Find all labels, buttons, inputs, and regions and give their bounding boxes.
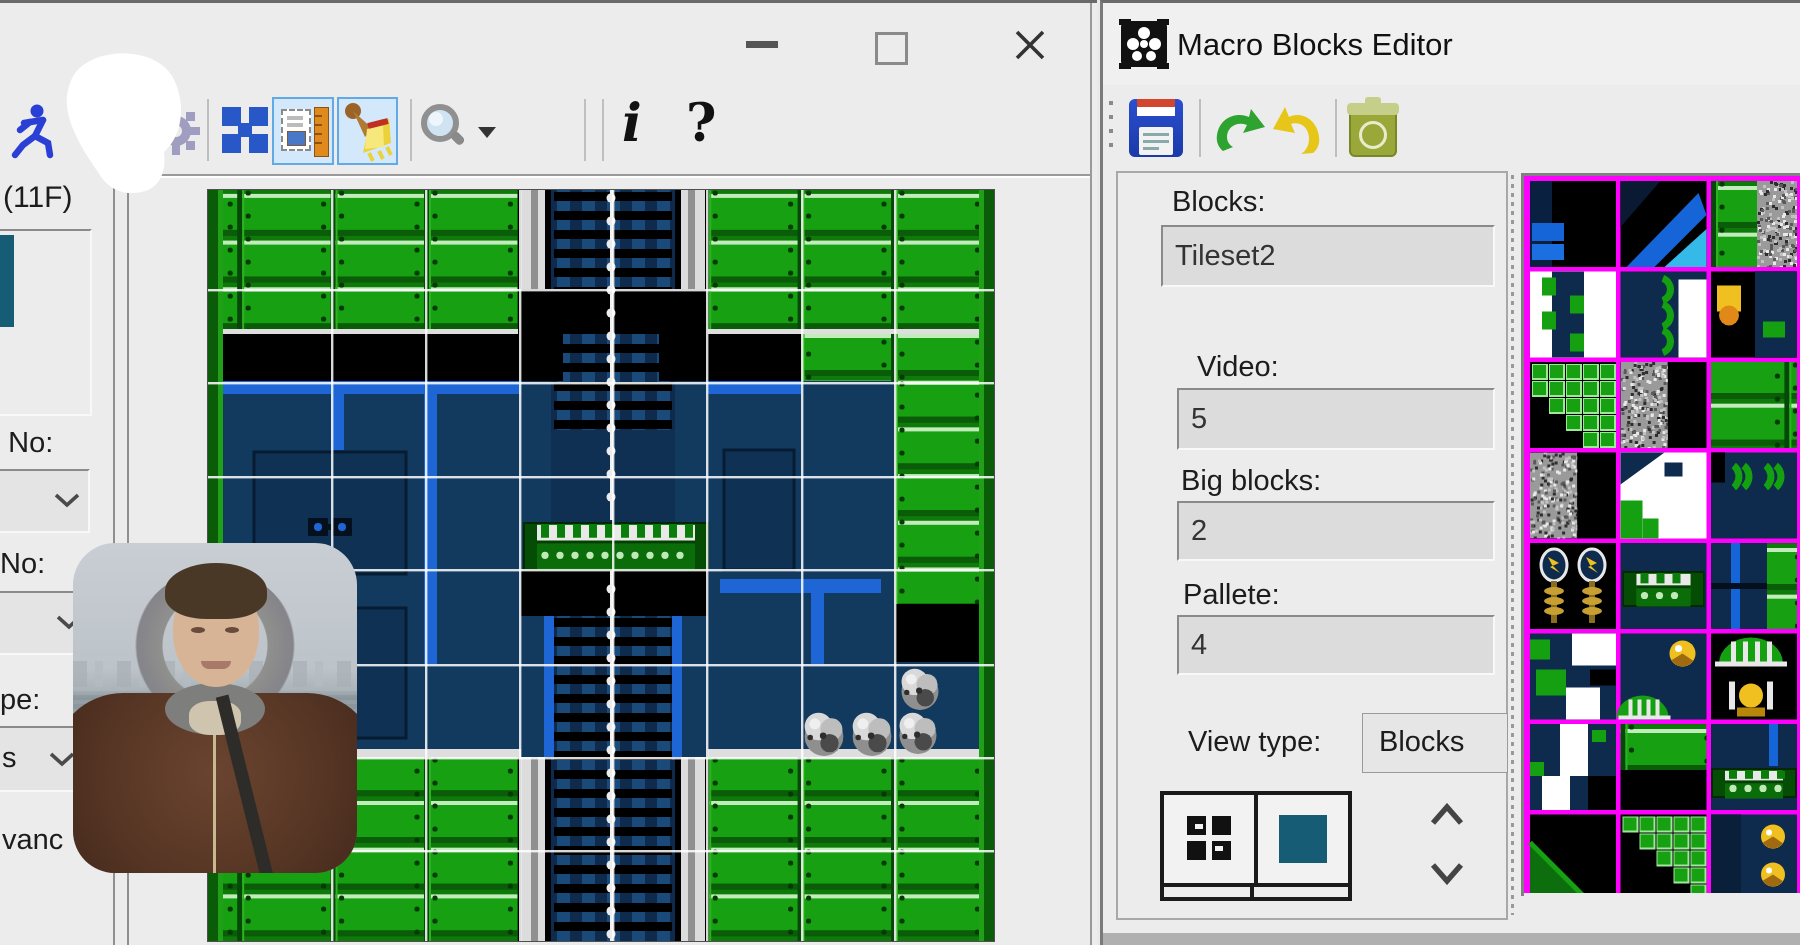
preview-box (0, 229, 92, 416)
preview-teal (0, 235, 14, 327)
big-blocks-value: 2 (1191, 515, 1207, 548)
button-stub (1250, 887, 1254, 901)
video-value-box[interactable]: 5 (1177, 388, 1495, 450)
photo-hair (165, 563, 267, 619)
toolbar-separator (410, 99, 412, 161)
toolbar-separator (1199, 99, 1201, 157)
bottom-strip (1103, 933, 1800, 945)
block-editor-toggle[interactable] (272, 97, 334, 165)
webcam-photo-overlay (73, 543, 357, 873)
photo-eye (191, 627, 205, 633)
palette-splitter[interactable] (1511, 175, 1514, 915)
toolbar-grip[interactable] (1109, 101, 1113, 157)
view-type-value: Blocks (1379, 726, 1464, 759)
chevron-down-icon (49, 752, 75, 767)
run-icon[interactable] (10, 103, 60, 159)
screen-no-label: n No: (0, 427, 53, 460)
view-type-label: View type: (1188, 726, 1321, 759)
photo-mouth (201, 661, 231, 669)
macro-blocks-icon (1119, 19, 1169, 69)
pallete-label: Pallete: (1183, 579, 1280, 612)
video-label: Video: (1197, 351, 1279, 384)
window-border (1090, 3, 1092, 945)
macro-blocks-palette[interactable] (1524, 176, 1800, 893)
second-no-label: No: (0, 548, 45, 581)
toolbar-separator (602, 99, 604, 161)
block-editor-icon (281, 109, 311, 151)
solid-view-button[interactable] (1258, 795, 1348, 883)
blocks-value-box[interactable]: Tileset2 (1161, 225, 1495, 287)
button-stub (1160, 887, 1164, 901)
photo-eye (225, 627, 239, 633)
grid-glyph-icon (1187, 816, 1231, 860)
view-type-combo[interactable]: Blocks (1362, 713, 1508, 773)
macro-blocks-editor-window: Macro Blocks Editor (1100, 0, 1800, 945)
palette-frame (1521, 173, 1800, 896)
toolbar-separator (207, 99, 209, 161)
pallete-value: 4 (1191, 629, 1207, 662)
toolbar-separator (584, 99, 586, 161)
zoom-dropdown-arrow[interactable] (478, 127, 496, 138)
button-stub (1348, 887, 1352, 901)
content-groove-hi (137, 176, 1090, 178)
zoom-icon[interactable] (418, 101, 470, 157)
minimize-button[interactable] (746, 41, 778, 48)
chevron-down-icon (54, 493, 80, 508)
type-combo-value: s (2, 742, 17, 775)
macro-title-bar[interactable]: Macro Blocks Editor (1103, 3, 1800, 85)
white-blob-overlay (60, 48, 195, 213)
type-label: pe: (0, 684, 40, 717)
ruler-icon (314, 107, 329, 157)
info-icon[interactable]: i (622, 93, 642, 154)
redo-icon[interactable] (1211, 101, 1267, 157)
advanced-label[interactable]: vanc (2, 824, 63, 857)
blocks-value: Tileset2 (1175, 240, 1275, 273)
grid-view-button[interactable] (1164, 795, 1254, 883)
pallete-value-box[interactable]: 4 (1177, 615, 1495, 675)
button-underline (1160, 897, 1352, 901)
scroll-down-button[interactable] (1429, 861, 1465, 887)
scroll-up-button[interactable] (1429, 801, 1465, 827)
help-icon[interactable]: ? (686, 93, 716, 154)
brush-toggle[interactable] (337, 97, 398, 165)
fields-panel: Blocks: Tileset2 Video: 5 Big blocks: 2 … (1116, 171, 1508, 920)
blocks-label: Blocks: (1172, 186, 1265, 219)
view-mode-buttons (1160, 791, 1352, 887)
teal-swatch (1279, 815, 1327, 863)
big-blocks-label: Big blocks: (1181, 465, 1321, 498)
macro-toolbar (1103, 85, 1800, 169)
maximize-button[interactable] (875, 32, 908, 65)
window-title: Macro Blocks Editor (1177, 27, 1453, 63)
undo-icon[interactable] (1271, 101, 1325, 159)
toolbar-separator (1335, 99, 1337, 157)
video-value: 5 (1191, 403, 1207, 436)
screen: i ? (11F) n No: No: pe: s (0, 0, 1800, 945)
trash-icon[interactable] (1347, 97, 1399, 159)
big-blocks-value-box[interactable]: 2 (1177, 501, 1495, 561)
fit-screen-icon[interactable] (222, 107, 268, 153)
photo-zipper (213, 735, 216, 873)
save-icon[interactable] (1129, 99, 1183, 157)
brush-icon (339, 99, 396, 163)
screen-no-combo[interactable] (0, 469, 90, 533)
close-button[interactable] (1013, 28, 1047, 62)
